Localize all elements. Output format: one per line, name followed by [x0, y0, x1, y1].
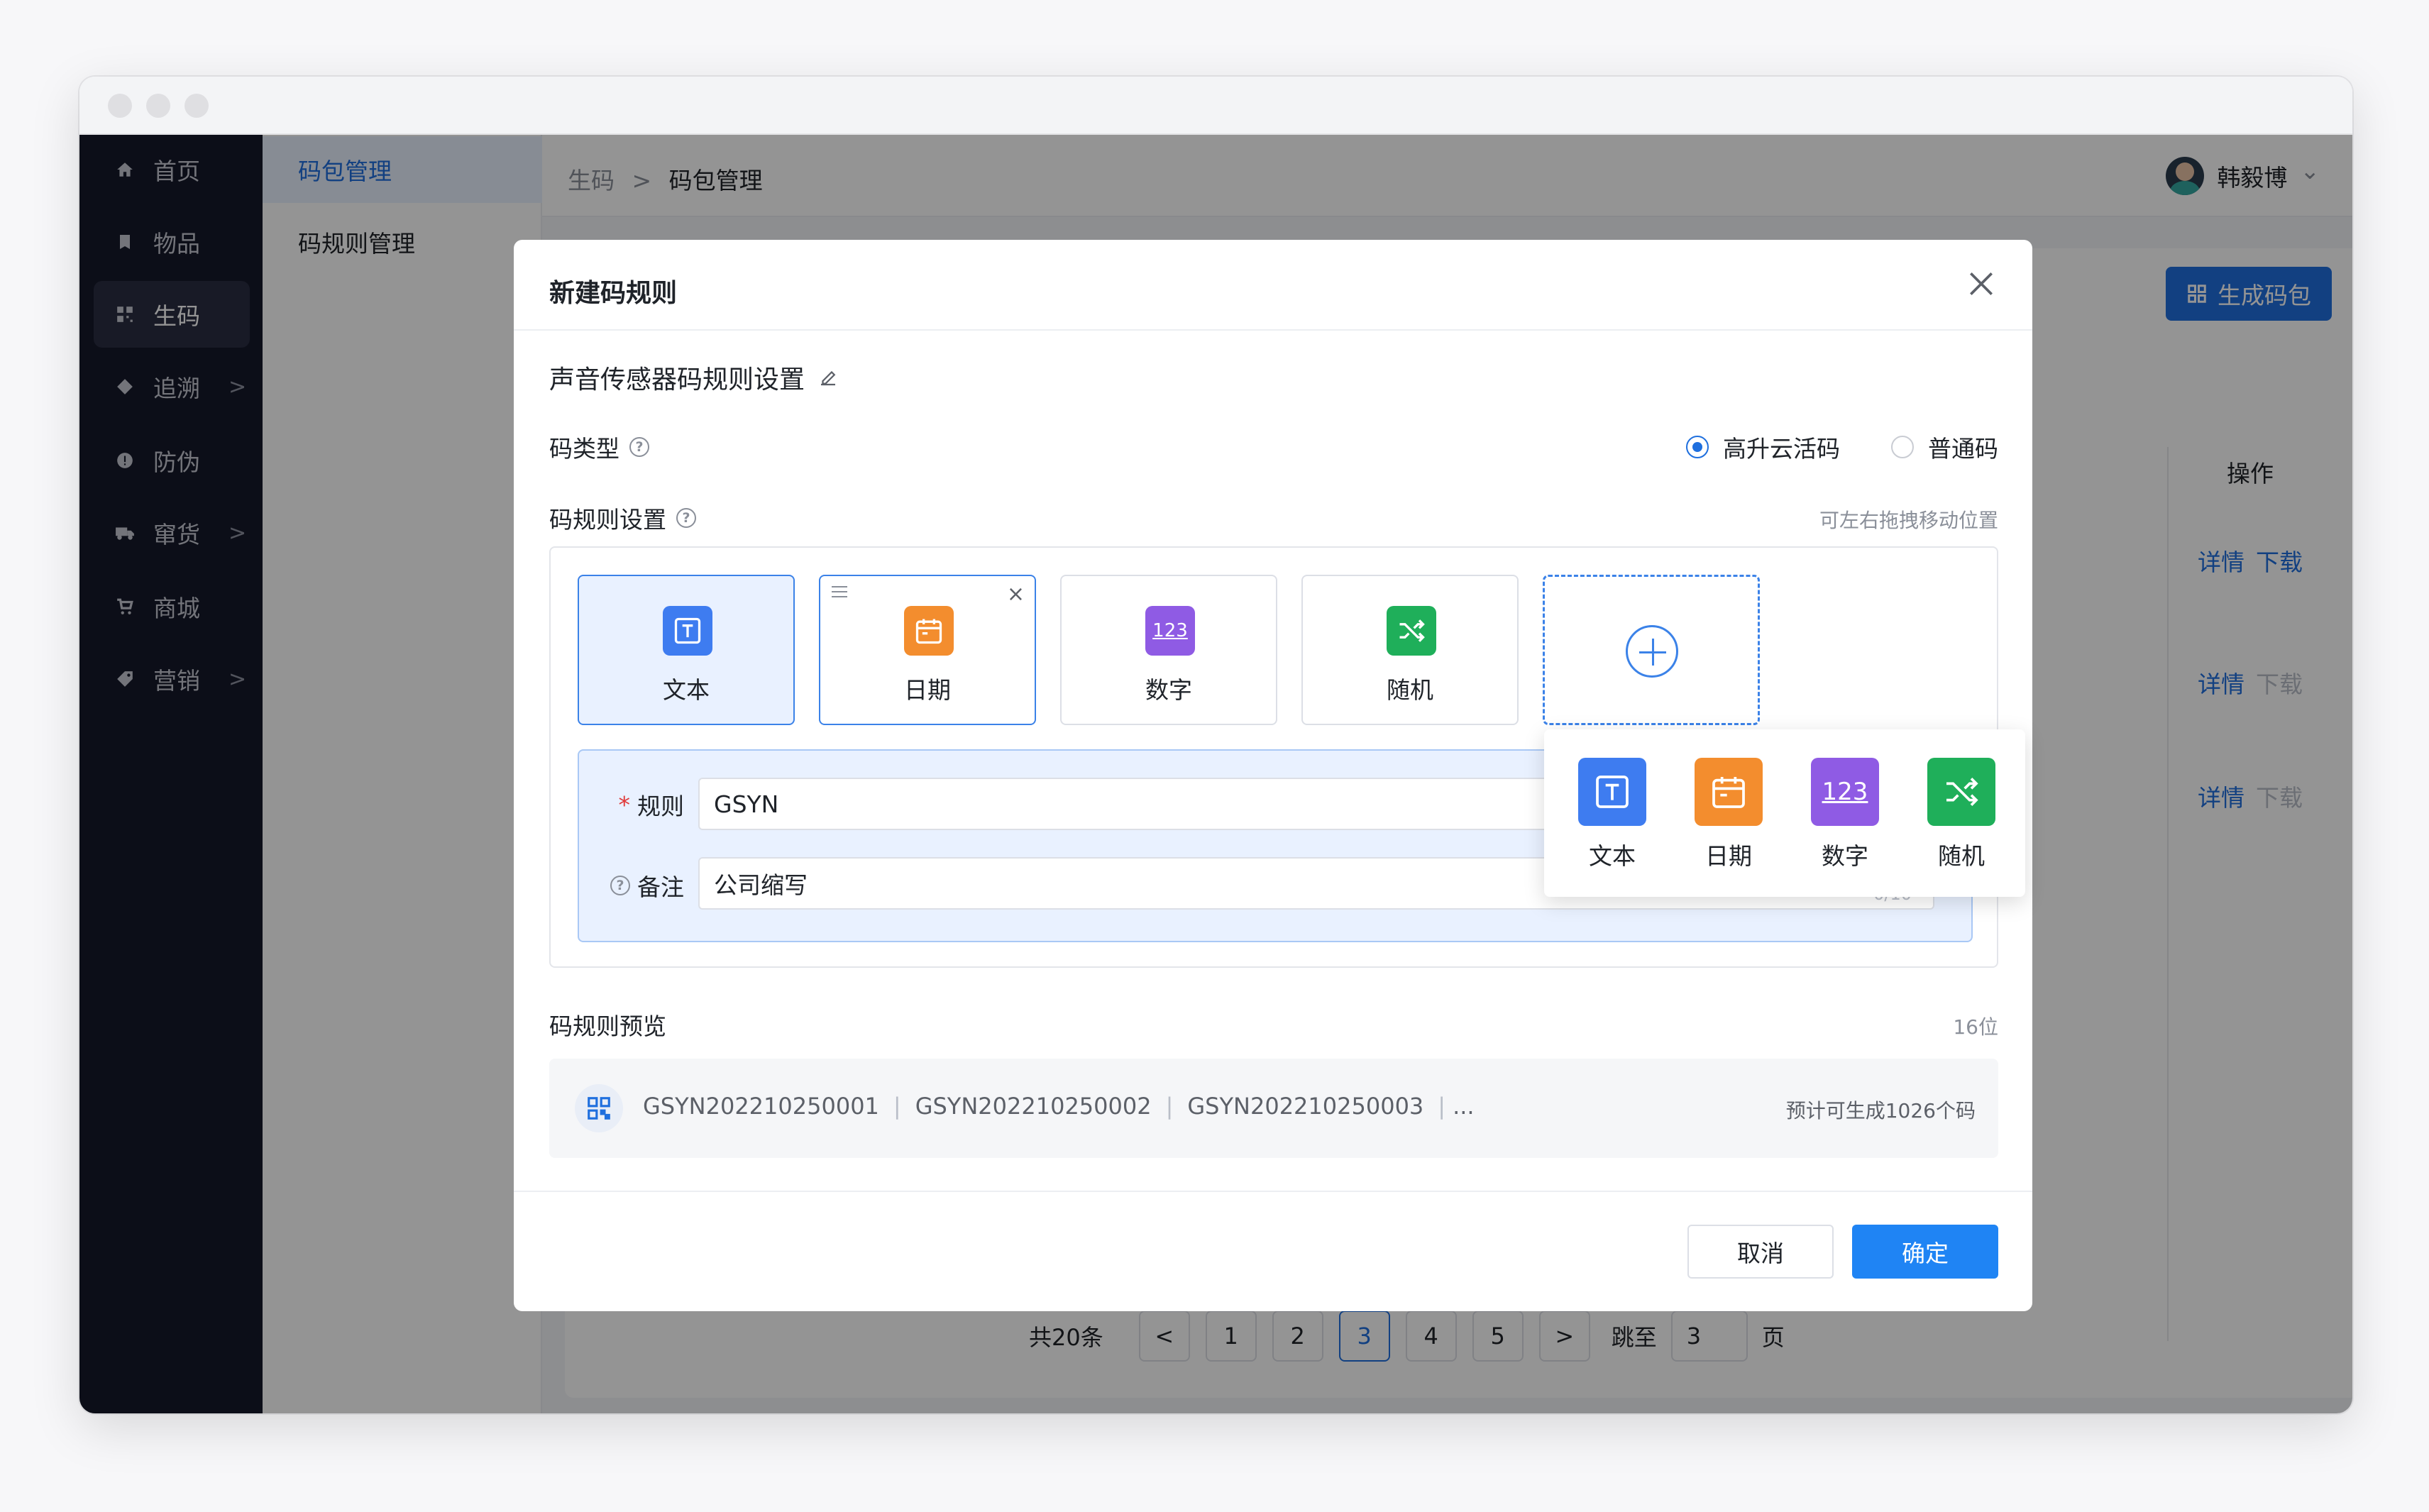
preview-code: GSYN202210250001 — [643, 1093, 879, 1120]
code-type-radio-group: 高升云活码 普通码 — [1686, 430, 1998, 464]
rule-settings-label-text: 码规则设置 — [549, 506, 666, 534]
cancel-button[interactable]: 取消 — [1687, 1225, 1834, 1279]
popover-item-label: 日期 — [1705, 842, 1752, 870]
segment-tile-number[interactable]: 123 数字 — [1060, 575, 1277, 725]
number-icon-glyph: 123 — [1152, 620, 1188, 641]
preview-length: 16位 — [1953, 1015, 1998, 1039]
add-segment-button[interactable] — [1543, 575, 1760, 725]
dialog-footer: 取消 确定 — [514, 1191, 2032, 1311]
segment-tile-label: 日期 — [904, 676, 951, 704]
preview-code: GSYN202210250002 — [915, 1093, 1152, 1120]
segment-tile-text[interactable]: 文本 — [578, 575, 795, 725]
rule-input-value: GSYN — [714, 790, 779, 818]
radio-normal-code-label[interactable]: 普通码 — [1928, 430, 1998, 464]
add-segment-popover: 文本 日期 123 数字 随机 — [1544, 729, 2025, 897]
confirm-button[interactable]: 确定 — [1852, 1225, 1998, 1279]
dialog-title: 新建码规则 — [549, 279, 678, 308]
radio-normal-code[interactable] — [1891, 436, 1914, 458]
drag-handle-icon[interactable] — [832, 586, 847, 597]
help-icon[interactable]: ? — [676, 508, 696, 528]
preview-estimate: 预计可生成1026个码 — [1785, 1099, 1976, 1122]
calendar-icon — [904, 606, 954, 656]
note-field-label-text: 备注 — [637, 873, 684, 901]
number-icon-glyph: 123 — [1822, 778, 1868, 806]
required-mark: * — [618, 790, 631, 819]
help-icon[interactable]: ? — [629, 437, 649, 457]
edit-icon[interactable] — [817, 367, 839, 388]
window-minimize-dot[interactable] — [146, 94, 170, 118]
popover-item-date[interactable]: 日期 — [1686, 758, 1771, 871]
popover-item-label: 随机 — [1938, 842, 1985, 870]
preview-label-text: 码规则预览 — [549, 1012, 666, 1040]
rule-field-label-text: 规则 — [637, 793, 684, 820]
preview-label: 码规则预览 — [549, 1008, 666, 1042]
segment-tile-label: 文本 — [663, 676, 710, 704]
note-field-label: ? 备注 — [610, 868, 684, 903]
preview-code: GSYN202210250003 — [1187, 1093, 1424, 1120]
preview-codes: GSYN202210250001 | GSYN202210250002 | GSYN20… — [643, 1093, 1475, 1120]
preview-separator: | — [1165, 1093, 1174, 1120]
code-type-label-text: 码类型 — [549, 435, 619, 463]
number-icon: 123 — [1145, 606, 1195, 656]
text-icon — [1578, 758, 1646, 826]
qrcode-icon — [575, 1084, 623, 1132]
calendar-icon — [1695, 758, 1763, 826]
code-type-label: 码类型 ? — [549, 430, 649, 464]
popover-item-number[interactable]: 123 数字 — [1802, 758, 1888, 871]
rule-title-text: 声音传感器码规则设置 — [549, 365, 805, 394]
preview-separator: | — [893, 1093, 901, 1120]
radio-cloud-code[interactable] — [1686, 436, 1709, 458]
window-titlebar — [79, 77, 2352, 135]
popover-item-random[interactable]: 随机 — [1919, 758, 2004, 871]
window-close-dot[interactable] — [108, 94, 132, 118]
note-input-value: 公司缩写 — [714, 871, 808, 899]
plus-circle-icon — [1626, 625, 1678, 678]
rule-settings-label: 码规则设置 ? — [549, 501, 696, 535]
preview-box: GSYN202210250001 | GSYN202210250002 | GSYN20… — [549, 1059, 1998, 1158]
popover-item-label: 文本 — [1589, 842, 1636, 870]
popover-item-text[interactable]: 文本 — [1570, 758, 1655, 871]
help-icon[interactable]: ? — [610, 876, 630, 895]
segment-tile-label: 数字 — [1145, 676, 1192, 704]
close-icon[interactable] — [1966, 268, 1997, 299]
rule-title: 声音传感器码规则设置 — [549, 359, 839, 396]
drag-hint: 可左右拖拽移动位置 — [1819, 509, 1998, 532]
radio-cloud-code-label[interactable]: 高升云活码 — [1723, 430, 1840, 464]
shuffle-icon — [1927, 758, 1995, 826]
rule-field-label: * 规则 — [619, 788, 685, 822]
segment-tile-label: 随机 — [1387, 676, 1433, 704]
segment-tile-date[interactable]: × 日期 — [819, 575, 1036, 725]
remove-segment-icon[interactable]: × — [1007, 582, 1025, 607]
dialog-header: 新建码规则 — [514, 240, 2032, 331]
shuffle-icon — [1387, 606, 1436, 656]
segment-tile-random[interactable]: 随机 — [1301, 575, 1519, 725]
preview-separator: | — [1438, 1093, 1446, 1120]
window-maximize-dot[interactable] — [184, 94, 209, 118]
preview-ellipsis: ... — [1453, 1093, 1475, 1120]
text-icon — [663, 606, 712, 656]
number-icon: 123 — [1811, 758, 1879, 826]
popover-item-label: 数字 — [1822, 842, 1868, 870]
